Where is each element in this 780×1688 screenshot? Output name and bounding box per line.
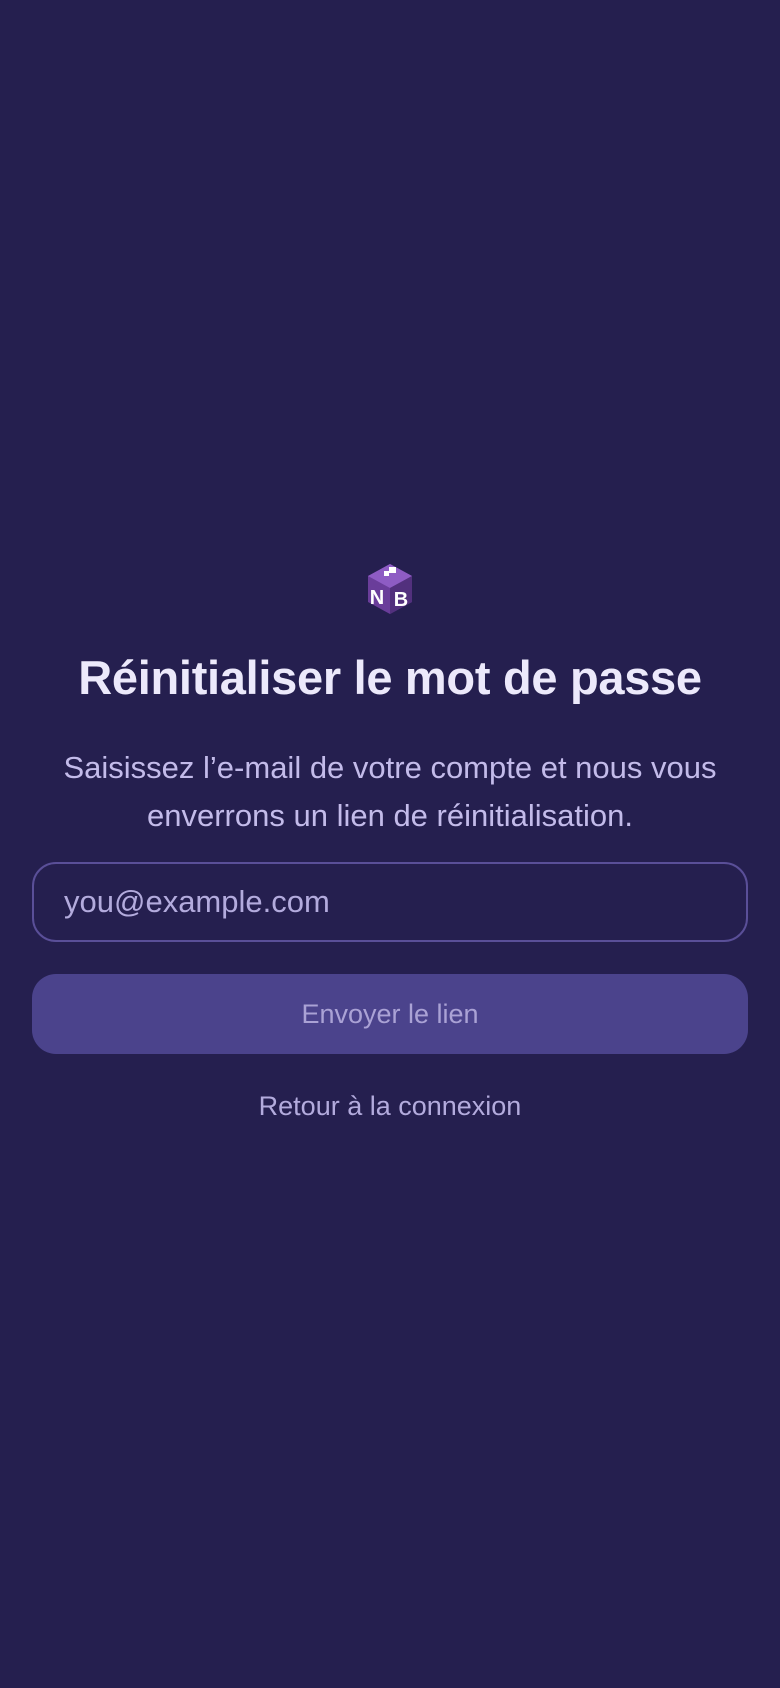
back-to-login-link[interactable]: Retour à la connexion xyxy=(0,1086,780,1126)
email-field[interactable] xyxy=(32,862,748,942)
nb-cube-logo-icon: N B xyxy=(368,564,412,614)
send-link-button[interactable]: Envoyer le lien xyxy=(32,974,748,1054)
email-input[interactable] xyxy=(34,864,746,940)
svg-text:B: B xyxy=(394,589,408,611)
reset-password-screen: N B Réinitialiser le mot de passe Saisis… xyxy=(0,0,780,1688)
page-title: Réinitialiser le mot de passe xyxy=(78,651,702,704)
instructions-text: Saisissez l’e-mail de votre compte et no… xyxy=(63,750,717,833)
svg-text:N: N xyxy=(370,587,384,609)
